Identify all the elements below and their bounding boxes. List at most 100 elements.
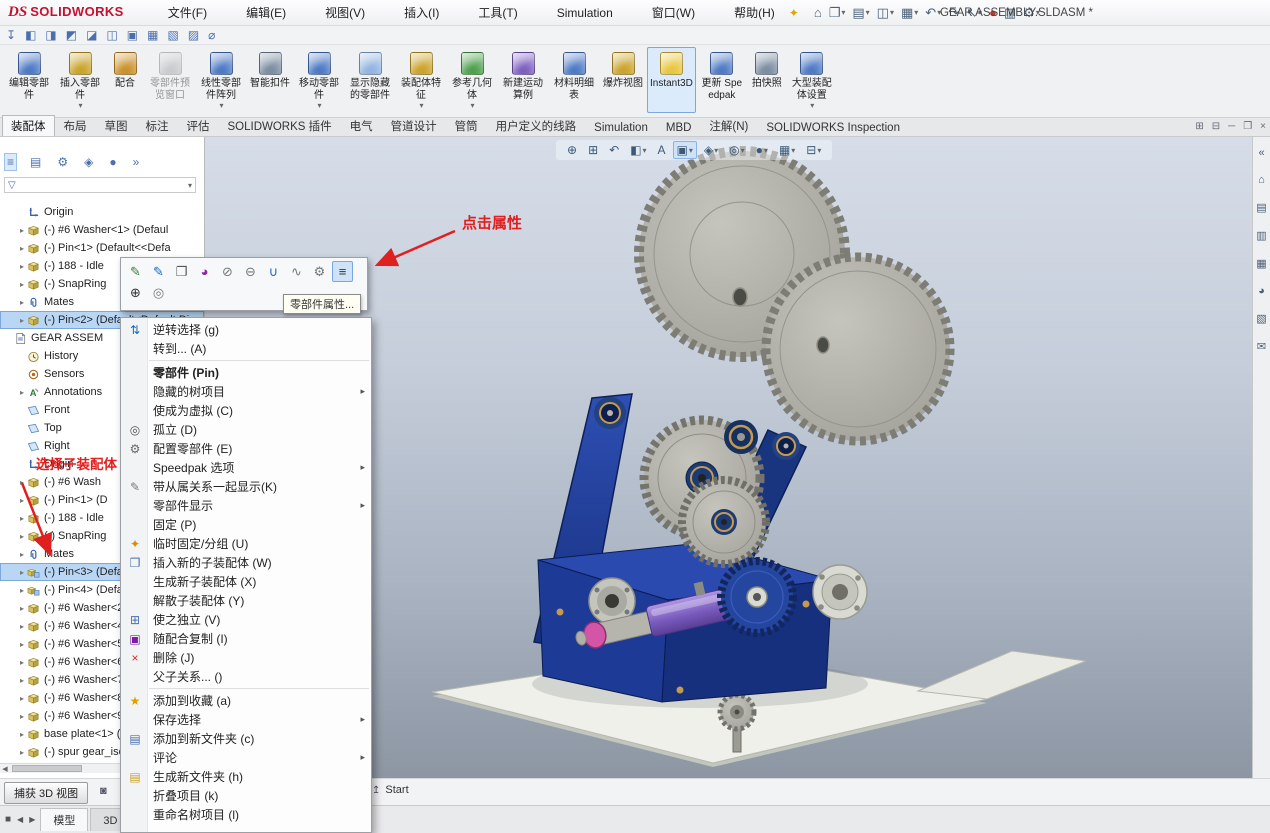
view-settings-icon[interactable]: ⊟▾: [802, 141, 825, 159]
hide-component-icon[interactable]: ⊘: [217, 261, 238, 282]
tab-layout[interactable]: 布局: [55, 115, 96, 136]
menu-item-make-virtual[interactable]: 使成为虚拟 (C): [121, 401, 371, 420]
blue-shaft-gear[interactable]: [721, 561, 793, 633]
expand-arrow-icon[interactable]: ▸: [17, 568, 27, 577]
tree-item-pin-1-default-defa[interactable]: ▸(-) Pin<1> (Default<<Defa: [0, 239, 204, 257]
previous-view-icon[interactable]: ↶: [605, 141, 623, 159]
assembly-quick-icon-3[interactable]: ◩: [66, 28, 77, 42]
expand-arrow-icon[interactable]: ▸: [17, 748, 27, 757]
tab-simulation[interactable]: Simulation: [585, 119, 657, 136]
menu-view[interactable]: 视图(V): [293, 3, 371, 22]
propertymanager-tab-icon[interactable]: ▤: [27, 153, 44, 171]
menu-item-save-selection[interactable]: 保存选择▸: [121, 710, 371, 729]
pin-menu-icon[interactable]: ✦: [789, 6, 799, 20]
expand-arrow-icon[interactable]: ▸: [17, 604, 27, 613]
menu-file[interactable]: 文件(F): [136, 3, 213, 22]
zoom-fit-icon[interactable]: ⊕: [563, 141, 581, 159]
solidworks-forum-icon[interactable]: ✉: [1257, 340, 1266, 353]
take-snapshot-button[interactable]: 拍快照: [748, 47, 786, 113]
menu-tools[interactable]: 工具(T): [446, 3, 523, 22]
menu-item-parent-child[interactable]: 父子关系... (): [121, 667, 371, 686]
edit-assembly-icon[interactable]: ✎: [148, 261, 169, 282]
menu-item-show-with-dependents[interactable]: ✎带从属关系一起显示(K): [121, 477, 371, 496]
configure-feature-icon[interactable]: ⚙: [309, 261, 330, 282]
expand-arrow-icon[interactable]: ▸: [17, 712, 27, 721]
reference-geometry-button[interactable]: 参考几何体▾: [447, 47, 497, 113]
menu-item-go-to[interactable]: 转到... (A): [121, 339, 371, 358]
section-view-icon[interactable]: ◧▾: [626, 141, 650, 159]
linear-component-pattern-button[interactable]: 线性零部件阵列▾: [196, 47, 246, 113]
assembly-features-button[interactable]: 装配体特征▾: [396, 47, 446, 113]
show-hidden-components-button[interactable]: 显示隐藏的零部件: [345, 47, 395, 113]
menu-item-isolate[interactable]: ◎孤立 (D): [121, 420, 371, 439]
assembly-quick-icon-8[interactable]: ▧: [167, 28, 178, 42]
displaymanager-tab-icon[interactable]: ●: [106, 153, 119, 171]
menu-item-make-independent[interactable]: ⊞使之独立 (V): [121, 610, 371, 629]
expand-arrow-icon[interactable]: ▸: [17, 514, 27, 523]
open-part-icon[interactable]: ❐: [171, 261, 192, 282]
view-palette-icon[interactable]: ▦: [1256, 257, 1266, 270]
solidworks-resources-icon[interactable]: ⌂: [1258, 174, 1265, 186]
configurationmanager-tab-icon[interactable]: ⚙: [54, 153, 71, 171]
menu-item-delete[interactable]: ×删除 (J): [121, 648, 371, 667]
menu-help[interactable]: 帮助(H): [702, 3, 781, 22]
new-document-icon[interactable]: ❐▾: [826, 3, 849, 23]
mate-icon[interactable]: ∪: [263, 261, 284, 282]
tab-tubing[interactable]: 管筒: [446, 115, 487, 136]
menu-insert[interactable]: 插入(I): [372, 3, 445, 22]
tab-annotation[interactable]: 注解(N): [700, 115, 757, 136]
menu-item-rename-tree-item[interactable]: 重命名树项目 (l): [121, 805, 371, 824]
assembly-quick-icon-2[interactable]: ◨: [45, 28, 56, 42]
menu-item-insert-new-subassembly[interactable]: ❐插入新的子装配体 (W): [121, 553, 371, 572]
small-gear[interactable]: [682, 480, 766, 564]
update-speedpak-button[interactable]: 更新 Speedpak: [697, 47, 747, 113]
assembly-quick-icon-6[interactable]: ▣: [127, 28, 138, 42]
menu-item-fix[interactable]: 固定 (P): [121, 515, 371, 534]
edit-component-button[interactable]: 编辑零部件: [4, 47, 54, 113]
tab-solidworks-inspection[interactable]: SOLIDWORKS Inspection: [757, 119, 909, 136]
tree-item-6-washer-1-defaul[interactable]: ▸(-) #6 Washer<1> (Defaul: [0, 221, 204, 239]
design-library-icon[interactable]: ▤: [1256, 201, 1266, 214]
expand-arrow-icon[interactable]: ▸: [17, 298, 27, 307]
menu-item-form-new-subassembly[interactable]: 生成新子装配体 (X): [121, 572, 371, 591]
dynamic-annotation-icon[interactable]: A: [654, 141, 670, 159]
appearance-icon[interactable]: ◕: [194, 261, 215, 282]
measure-icon[interactable]: ⌀: [208, 28, 215, 42]
bill-of-materials-button[interactable]: 材料明细表: [549, 47, 599, 113]
tab-mbd[interactable]: MBD: [657, 119, 701, 136]
hide-show-items-icon[interactable]: ◎▾: [725, 141, 749, 159]
expand-arrow-icon[interactable]: ▸: [17, 226, 27, 235]
menu-edit[interactable]: 编辑(E): [214, 3, 292, 22]
edit-part-icon[interactable]: ✎: [125, 261, 146, 282]
filter-caret-icon[interactable]: ▾: [188, 181, 192, 190]
scroll-left-icon[interactable]: ◀: [0, 765, 10, 773]
dimxpertmanager-tab-icon[interactable]: ◈: [81, 153, 96, 171]
menu-item-create-new-folder[interactable]: ▤生成新文件夹 (h): [121, 767, 371, 786]
menu-item-component-display[interactable]: 零部件显示▸: [121, 496, 371, 515]
smart-fasteners-button[interactable]: 智能扣件: [247, 47, 293, 113]
instant3d-button[interactable]: Instant3D: [647, 47, 696, 113]
scrollbar-thumb[interactable]: [12, 765, 82, 772]
expand-arrow-icon[interactable]: ▸: [17, 496, 27, 505]
custom-properties-icon[interactable]: ▧: [1256, 312, 1266, 325]
tab-electrical[interactable]: 电气: [341, 115, 382, 136]
arm-bearing-hub[interactable]: [724, 420, 758, 454]
tab-solidworks-addins[interactable]: SOLIDWORKS 插件: [219, 115, 341, 136]
mate-button[interactable]: 配合: [106, 47, 144, 113]
assembly-quick-icon-7[interactable]: ▦: [147, 28, 158, 42]
expand-arrow-icon[interactable]: ▸: [17, 658, 27, 667]
expand-arrow-icon[interactable]: ▸: [17, 244, 27, 253]
large-gear-right[interactable]: [766, 257, 950, 441]
expand-arrow-icon[interactable]: ▸: [17, 262, 27, 271]
menu-simulation[interactable]: Simulation: [525, 3, 619, 22]
collapse-taskpane-icon[interactable]: «: [1258, 147, 1264, 159]
float-pane-icon[interactable]: ⊟: [1212, 121, 1220, 132]
menu-item-dissolve-subassembly[interactable]: 解散子装配体 (Y): [121, 591, 371, 610]
view-orientation-icon[interactable]: ▣▾: [673, 141, 697, 159]
menu-item-invert-selection[interactable]: ⇅逆转选择 (g): [121, 320, 371, 339]
menu-item-speedpak-options[interactable]: Speedpak 选项▸: [121, 458, 371, 477]
assembly-quick-icon-4[interactable]: ◪: [86, 28, 97, 42]
tab-evaluate[interactable]: 评估: [178, 115, 219, 136]
zoom-area-icon[interactable]: ⊞: [584, 141, 602, 159]
insert-into-assembly-icon[interactable]: ↧: [6, 28, 16, 42]
